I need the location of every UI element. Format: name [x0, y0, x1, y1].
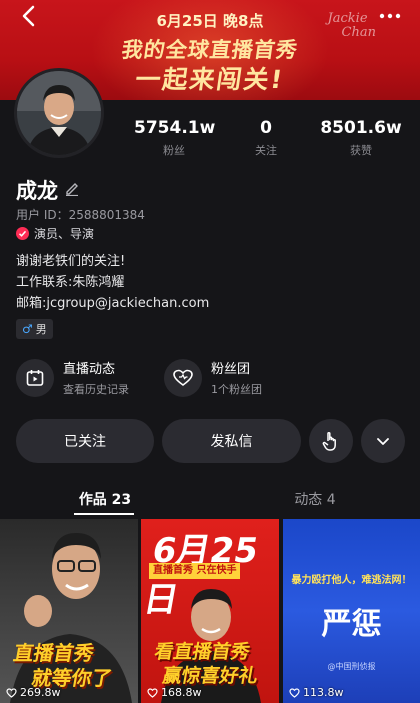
video-likes-count: 113.8w [303, 686, 344, 699]
video-likes-count: 269.8w [20, 686, 61, 699]
avatar-portrait-icon [17, 71, 101, 155]
video-caption: 看直播首秀 [152, 641, 252, 663]
message-button[interactable]: 发私信 [162, 419, 301, 463]
video-banner-tag: 直播首秀 只在快手 [149, 563, 241, 579]
video-likes-count: 168.8w [161, 686, 202, 699]
bio-line: 谢谢老铁们的关注! [16, 254, 126, 269]
video-likes: 168.8w [147, 686, 202, 699]
video-top-text: 暴力殴打他人，难逃法网！ [291, 575, 412, 586]
video-thumbnail[interactable]: 直播首秀 就等你了 269.8w [0, 519, 138, 703]
video-likes: 269.8w [6, 686, 61, 699]
bio-line: 工作联系:朱陈鸿耀 [16, 275, 125, 290]
banner-signature: Jackie Chan [328, 12, 376, 40]
signature-line-2: Chan [341, 25, 376, 40]
signature-line-1: Jackie [327, 11, 368, 26]
feature-title: 直播动态 [63, 362, 116, 377]
certification-badge: 演员、导演 [16, 225, 94, 242]
followers-count: 5754.1w [134, 118, 216, 138]
feature-subtitle: 查看历史记录 [63, 383, 129, 396]
gender-label: 男 [35, 323, 47, 336]
video-thumbnail[interactable]: 暴力殴打他人，难逃法网！ 严惩 @中国刑侦报 113.8w [283, 519, 420, 703]
followed-button[interactable]: 已关注 [16, 419, 154, 463]
stat-likes[interactable]: 8501.6w 获赞 [318, 118, 404, 158]
heart-outline-icon [164, 358, 202, 397]
tab-dynamics[interactable]: 动态 4 [245, 489, 385, 509]
more-options-icon[interactable] [376, 4, 404, 28]
gender-tag: ♂ 男 [16, 319, 53, 339]
following-label: 关注 [255, 144, 277, 157]
video-source: @中国刑侦报 [327, 662, 376, 671]
tab-works[interactable]: 作品 23 [35, 489, 175, 509]
feature-title: 粉丝团 [211, 362, 251, 377]
followers-label: 粉丝 [163, 144, 185, 157]
profile-bio: 谢谢老铁们的关注! 工作联系:朱陈鸿耀 邮箱:jcgroup@jackiecha… [16, 251, 209, 314]
more-actions-button[interactable] [361, 419, 405, 463]
male-icon: ♂ [22, 322, 33, 336]
certification-text: 演员、导演 [34, 227, 95, 241]
video-title: 严惩 [321, 607, 382, 642]
verified-check-icon [16, 227, 29, 240]
heart-icon [6, 687, 17, 698]
avatar[interactable] [14, 68, 104, 158]
active-tab-indicator [74, 513, 134, 515]
video-likes: 113.8w [289, 686, 344, 699]
feature-subtitle: 1个粉丝团 [211, 383, 262, 396]
hand-pointer-icon [322, 432, 336, 451]
feature-live-history[interactable]: 直播动态 查看历史记录 [16, 358, 129, 397]
feature-fan-club[interactable]: 粉丝团 1个粉丝团 [164, 358, 262, 397]
stat-following[interactable]: 0 关注 [236, 118, 296, 158]
video-caption: 赢惊喜好礼 [160, 665, 260, 687]
likes-count: 8501.6w [320, 118, 402, 138]
live-calendar-icon [16, 358, 54, 397]
following-count: 0 [260, 118, 272, 138]
stat-followers[interactable]: 5754.1w 粉丝 [134, 118, 216, 158]
chevron-down-icon [377, 438, 389, 445]
bio-line: 邮箱:jcgroup@jackiechan.com [16, 296, 210, 311]
heart-icon [289, 687, 300, 698]
profile-name: 成龙 [16, 179, 58, 203]
video-thumbnail[interactable]: 6月25日 直播首秀 只在快手 看直播首秀 赢惊喜好礼 168.8w [141, 519, 279, 703]
gesture-button[interactable] [309, 419, 353, 463]
heart-icon [147, 687, 158, 698]
user-id[interactable]: 用户 ID：2588801384 [16, 206, 145, 223]
back-arrow-icon[interactable] [16, 4, 44, 28]
edit-pencil-icon[interactable] [64, 180, 80, 196]
likes-label: 获赞 [350, 144, 372, 157]
